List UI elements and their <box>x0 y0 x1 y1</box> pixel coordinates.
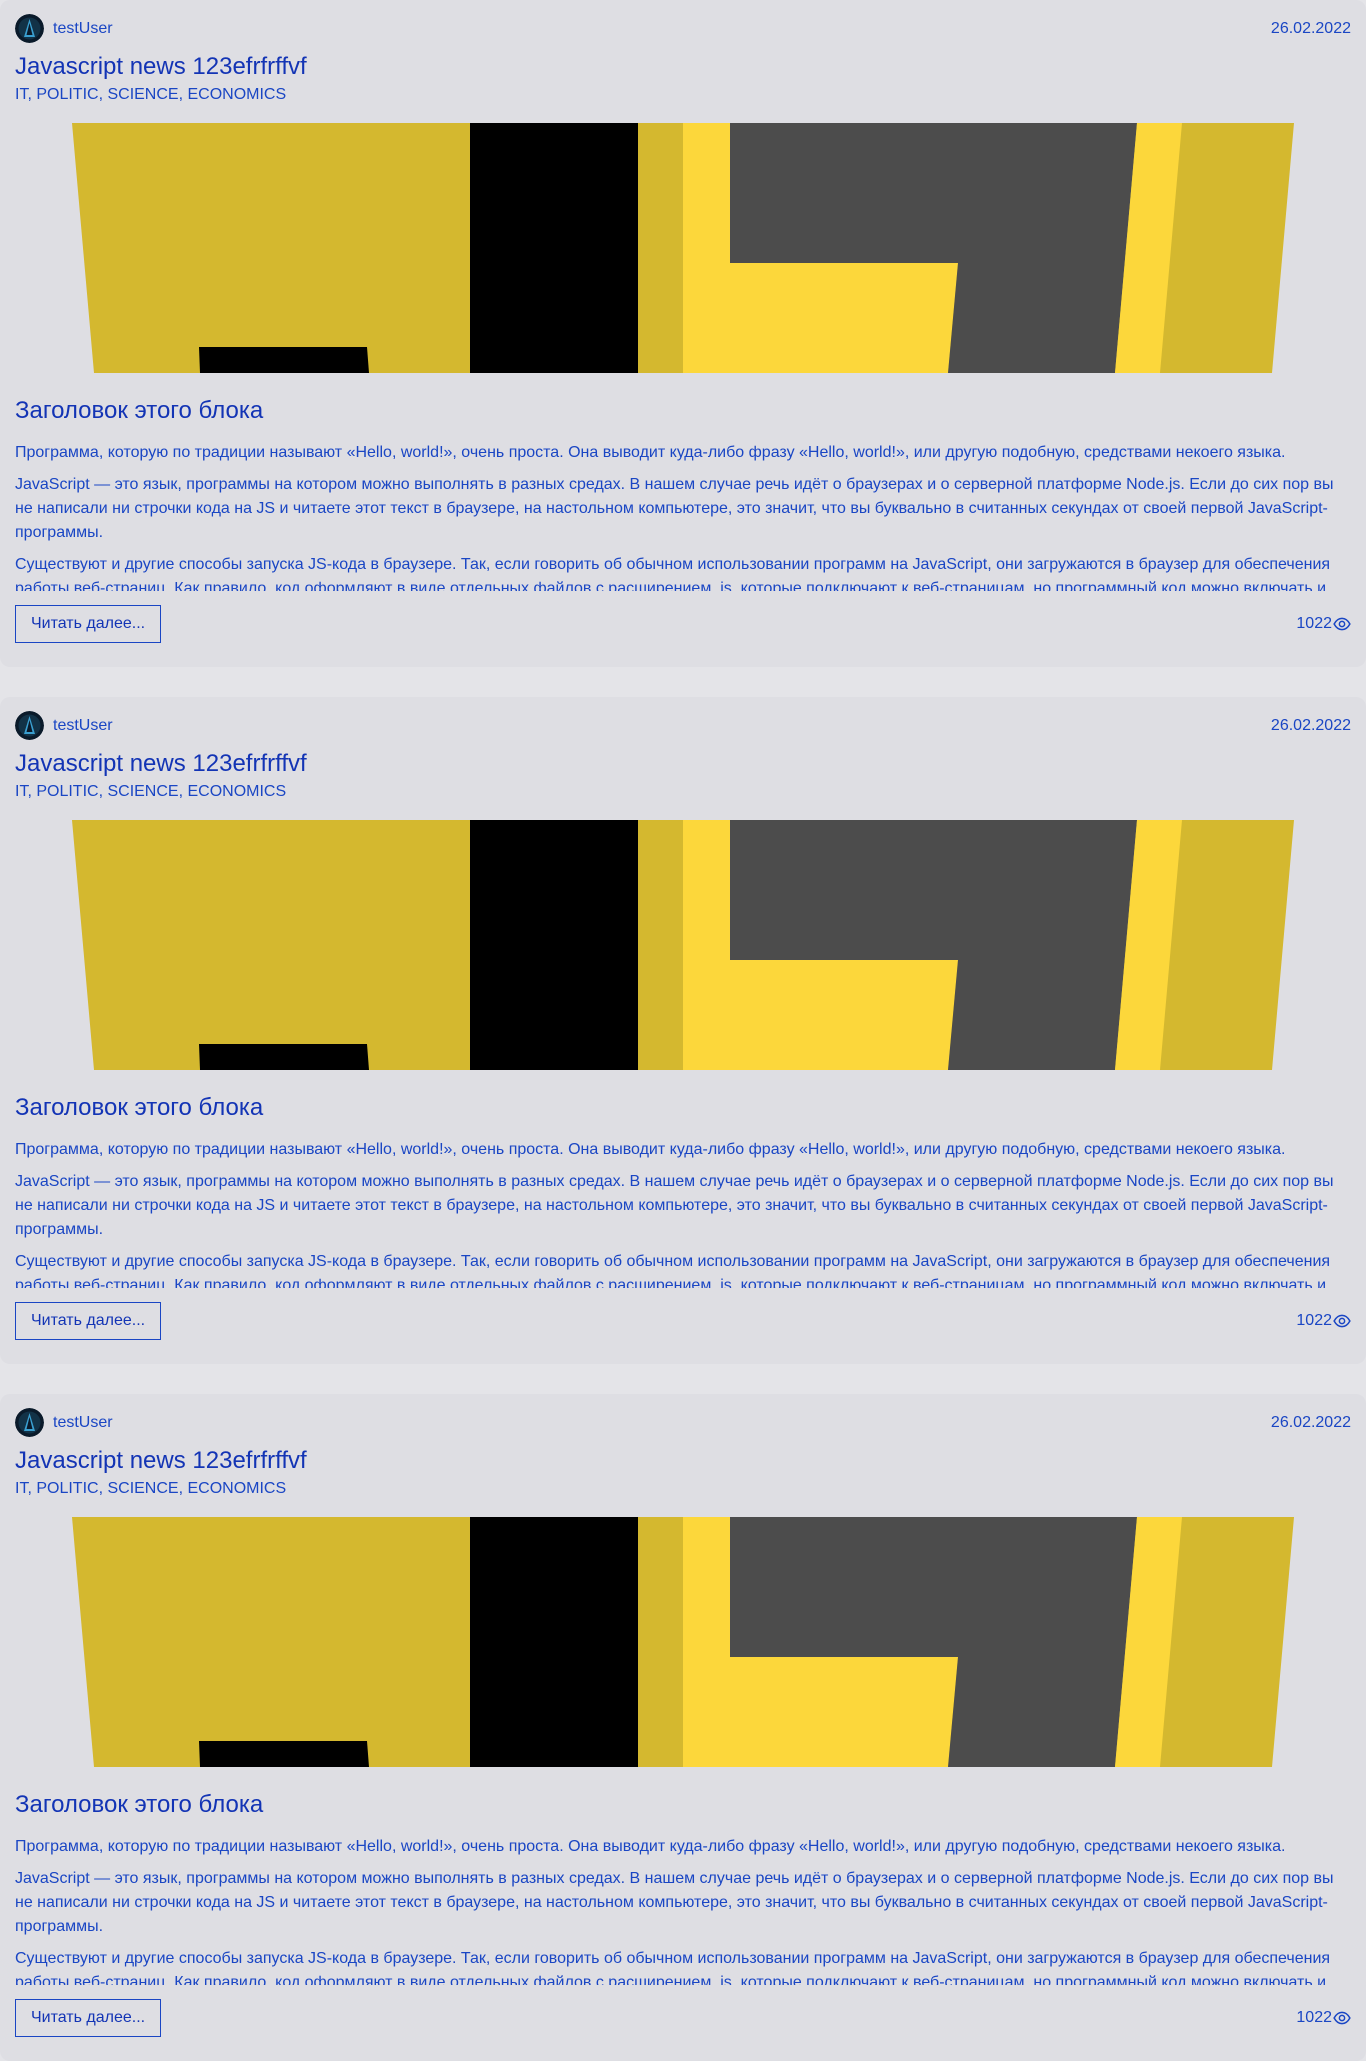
views-count: 1022 <box>1296 2009 1332 2026</box>
author-name[interactable]: testUser <box>53 1414 113 1432</box>
eye-icon <box>1333 617 1351 631</box>
author[interactable]: testUser <box>15 14 113 43</box>
post-title[interactable]: Javascript news 123efrfrffvf <box>15 750 1351 778</box>
read-more-button[interactable]: Читать далее... <box>15 1999 162 2037</box>
card-header: testUser 26.02.2022 <box>15 711 1351 740</box>
card-header: testUser 26.02.2022 <box>15 14 1351 43</box>
card-footer: Читать далее... 1022 <box>15 1302 1351 1340</box>
views-counter: 1022 <box>1296 2009 1351 2027</box>
post-tags: IT, POLITIC, SCIENCE, ECONOMICS <box>15 783 287 800</box>
views-count: 1022 <box>1296 1312 1332 1329</box>
javascript-logo-banner <box>72 1517 1294 1767</box>
card-footer: Читать далее... 1022 <box>15 1999 1351 2037</box>
excerpt-paragraph: Существуют и другие способы запуска JS-к… <box>15 556 1331 591</box>
excerpt-paragraph: JavaScript — это язык, программы на кото… <box>15 1870 1334 1935</box>
author-name[interactable]: testUser <box>53 20 113 38</box>
author-name[interactable]: testUser <box>53 717 113 735</box>
views-counter: 1022 <box>1296 615 1351 633</box>
excerpt-paragraph: Существуют и другие способы запуска JS-к… <box>15 1253 1331 1288</box>
card-footer: Читать далее... 1022 <box>15 605 1351 643</box>
javascript-logo-banner <box>72 820 1294 1070</box>
post-excerpt: Программа, которую по традиции называют … <box>15 441 1351 591</box>
card-header: testUser 26.02.2022 <box>15 1408 1351 1437</box>
excerpt-paragraph: JavaScript — это язык, программы на кото… <box>15 476 1334 541</box>
post-title[interactable]: Javascript news 123efrfrffvf <box>15 53 1351 81</box>
excerpt-paragraph: Программа, которую по традиции называют … <box>15 444 1286 461</box>
excerpt-paragraph: Программа, которую по традиции называют … <box>15 1838 1286 1855</box>
eye-icon <box>1333 2011 1351 2025</box>
post-excerpt: Программа, которую по традиции называют … <box>15 1138 1351 1288</box>
excerpt-paragraph: JavaScript — это язык, программы на кото… <box>15 1173 1334 1238</box>
block-title: Заголовок этого блока <box>15 1094 264 1121</box>
post-date: 26.02.2022 <box>1270 19 1351 37</box>
views-counter: 1022 <box>1296 1312 1351 1330</box>
user-avatar-icon[interactable] <box>15 711 44 740</box>
javascript-logo-banner <box>72 123 1294 373</box>
post-date: 26.02.2022 <box>1270 716 1351 734</box>
post-tags: IT, POLITIC, SCIENCE, ECONOMICS <box>15 86 287 103</box>
author[interactable]: testUser <box>15 711 113 740</box>
read-more-button[interactable]: Читать далее... <box>15 1302 162 1340</box>
excerpt-paragraph: Существуют и другие способы запуска JS-к… <box>15 1950 1331 1985</box>
read-more-button[interactable]: Читать далее... <box>15 605 162 643</box>
excerpt-paragraph: Программа, которую по традиции называют … <box>15 1141 1286 1158</box>
post-excerpt: Программа, которую по традиции называют … <box>15 1835 1351 1985</box>
block-title: Заголовок этого блока <box>15 1791 264 1818</box>
author[interactable]: testUser <box>15 1408 113 1437</box>
post-title[interactable]: Javascript news 123efrfrffvf <box>15 1447 1351 1475</box>
post-tags: IT, POLITIC, SCIENCE, ECONOMICS <box>15 1480 287 1497</box>
views-count: 1022 <box>1296 615 1332 632</box>
news-card: testUser 26.02.2022 Javascript news 123e… <box>0 1394 1366 2061</box>
eye-icon <box>1333 1314 1351 1328</box>
block-title: Заголовок этого блока <box>15 397 264 424</box>
post-date: 26.02.2022 <box>1270 1413 1351 1431</box>
user-avatar-icon[interactable] <box>15 1408 44 1437</box>
news-card: testUser 26.02.2022 Javascript news 123e… <box>0 0 1366 667</box>
news-card: testUser 26.02.2022 Javascript news 123e… <box>0 697 1366 1364</box>
user-avatar-icon[interactable] <box>15 14 44 43</box>
